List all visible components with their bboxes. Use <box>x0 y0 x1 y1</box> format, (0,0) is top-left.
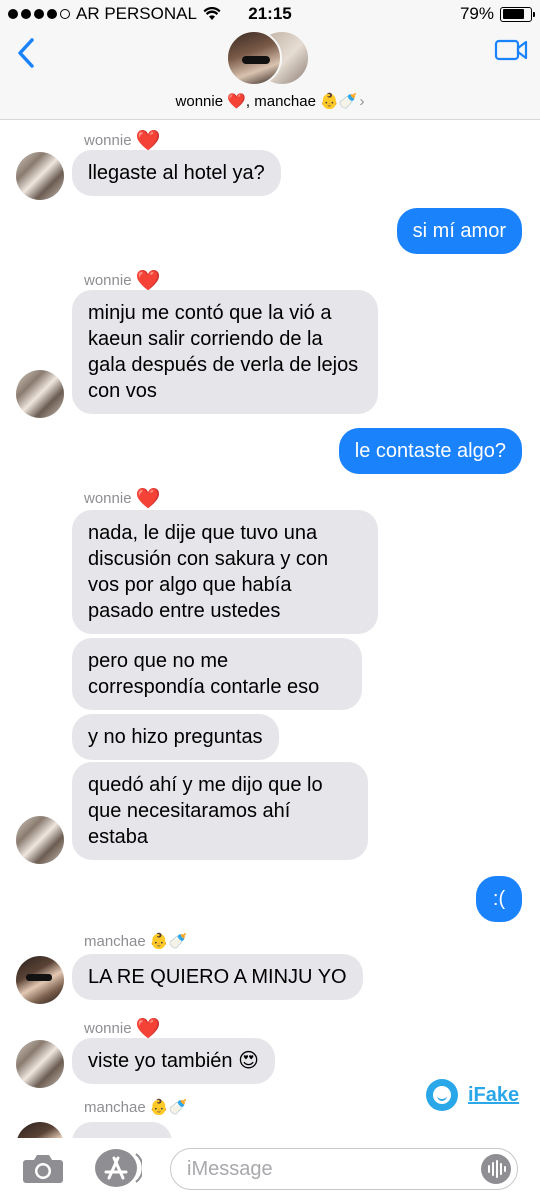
battery-percent: 79% <box>459 4 494 23</box>
message-input-placeholder: iMessage <box>187 1158 273 1180</box>
chevron-right-icon: › <box>359 93 365 110</box>
sender-emoji: ❤️ <box>135 270 161 292</box>
sender-name: wonnie <box>84 272 132 289</box>
sender-name: wonnie <box>84 1020 132 1037</box>
sender-name: wonnie <box>84 490 132 507</box>
conversation-header: wonnie ❤️, manchae 👶🍼 › <box>0 30 540 120</box>
app-store-icon[interactable] <box>94 1148 142 1188</box>
sender-emoji: 👶🍼 <box>149 933 188 950</box>
avatar-wonnie[interactable] <box>16 816 64 864</box>
group-name-label: wonnie ❤️, manchae 👶🍼 <box>175 93 358 110</box>
battery-icon <box>500 6 535 22</box>
chevron-left-icon[interactable] <box>10 36 44 70</box>
message-bubble-incoming[interactable]: LA RE QUIERO A MINJU YO <box>72 954 363 1000</box>
message-input[interactable]: iMessage <box>170 1148 518 1190</box>
status-bar: AR PERSONAL 21:15 79% <box>0 0 540 30</box>
avatar-manchae[interactable] <box>16 956 64 1004</box>
sender-name: manchae <box>84 1099 146 1116</box>
video-camera-icon[interactable] <box>494 38 528 62</box>
message-bubble-incoming[interactable]: y no hizo preguntas <box>72 714 279 760</box>
message-bubble-incoming[interactable]: quedó ahí y me dijo que lo que necesitar… <box>72 762 368 860</box>
composer-bar: iMessage <box>0 1138 540 1200</box>
message-bubble-incoming[interactable]: viste yo también 😍 <box>72 1038 275 1084</box>
message-bubble-outgoing[interactable]: si mí amor <box>396 208 522 254</box>
sender-label: manchae 👶🍼 <box>84 1098 187 1116</box>
message-bubble-incoming[interactable]: minju me contó que la vió a kaeun salir … <box>72 290 378 414</box>
smiley-icon <box>426 1079 458 1111</box>
message-bubble-incoming[interactable]: nada, le dije que tuvo una discusión con… <box>72 510 378 634</box>
avatar-wonnie[interactable] <box>16 152 64 200</box>
message-bubble-incoming[interactable] <box>72 1122 172 1138</box>
message-bubble-incoming[interactable]: llegaste al hotel ya? <box>72 150 281 196</box>
sender-name: wonnie <box>84 132 132 149</box>
message-bubble-outgoing[interactable]: le contaste algo? <box>338 428 522 474</box>
sender-label: wonnie ❤️ <box>84 486 161 511</box>
sender-emoji: ❤️ <box>135 130 161 152</box>
sender-emoji: 👶🍼 <box>149 1099 188 1116</box>
sender-name: manchae <box>84 933 146 950</box>
sender-label: manchae 👶🍼 <box>84 932 187 950</box>
camera-icon[interactable] <box>22 1152 64 1184</box>
sender-emoji: ❤️ <box>135 1018 161 1040</box>
watermark-label: iFake <box>468 1083 520 1106</box>
battery-area: 79% <box>459 4 535 24</box>
group-avatar[interactable] <box>226 30 316 86</box>
group-name[interactable]: wonnie ❤️, manchae 👶🍼 › <box>0 92 540 110</box>
ifake-watermark[interactable]: iFake <box>426 1079 519 1111</box>
message-bubble-outgoing[interactable]: :( <box>476 876 522 922</box>
avatar-wonnie[interactable] <box>16 370 64 418</box>
avatar-manchae[interactable] <box>16 1122 64 1138</box>
message-thread[interactable]: wonnie ❤️ llegaste al hotel ya? si mí am… <box>0 120 540 1138</box>
waveform-icon[interactable] <box>481 1154 511 1184</box>
avatar-wonnie[interactable] <box>16 1040 64 1088</box>
sender-emoji: ❤️ <box>135 488 161 510</box>
message-bubble-incoming[interactable]: pero que no me correspondía contarle eso <box>72 638 362 710</box>
avatar-manchae <box>226 30 282 86</box>
